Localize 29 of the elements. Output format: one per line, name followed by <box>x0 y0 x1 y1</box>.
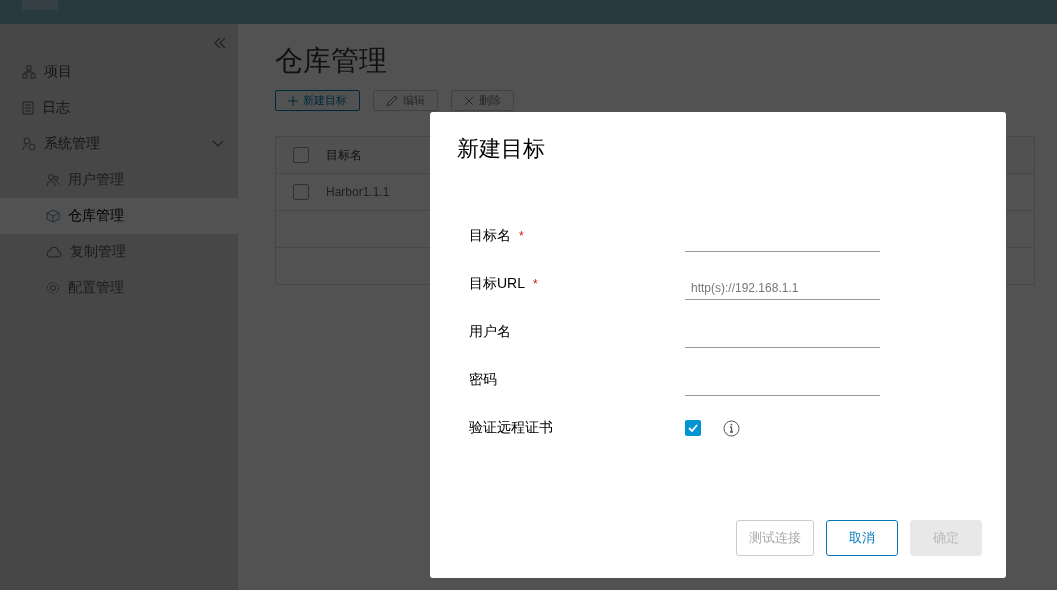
field-label: 密码 <box>469 371 497 389</box>
row-checkbox[interactable] <box>293 184 309 200</box>
checkbox[interactable] <box>685 420 701 436</box>
required-asterisk: * <box>519 229 524 243</box>
users-icon <box>46 173 60 187</box>
pencil-icon <box>386 94 398 107</box>
field-label: 验证远程证书 <box>469 419 553 437</box>
sidebar-item[interactable]: 仓库管理 <box>0 198 238 234</box>
required-asterisk: * <box>533 277 538 291</box>
dialog-title: 新建目标 <box>457 135 546 163</box>
cancel-button[interactable]: 取消 <box>826 520 898 556</box>
check-icon <box>688 424 698 432</box>
cube-icon <box>46 209 60 223</box>
user-gear-icon <box>22 137 36 151</box>
cloud-icon <box>46 246 62 258</box>
chevron-icon <box>212 140 224 148</box>
document-icon <box>22 101 34 115</box>
field-label: 用户名 <box>469 323 511 341</box>
close-icon <box>464 95 474 106</box>
info-icon[interactable] <box>723 419 740 437</box>
field-label: 目标名 <box>469 227 511 245</box>
select-all-checkbox[interactable] <box>293 147 309 163</box>
gear-icon <box>46 281 60 295</box>
collapse-icon[interactable] <box>214 37 226 49</box>
field-label: 目标URL <box>469 275 525 293</box>
page-title: 仓库管理 <box>275 44 388 78</box>
hierarchy-icon <box>22 65 36 79</box>
add-button[interactable]: 新建目标 <box>275 90 360 111</box>
plus-icon <box>288 95 298 106</box>
